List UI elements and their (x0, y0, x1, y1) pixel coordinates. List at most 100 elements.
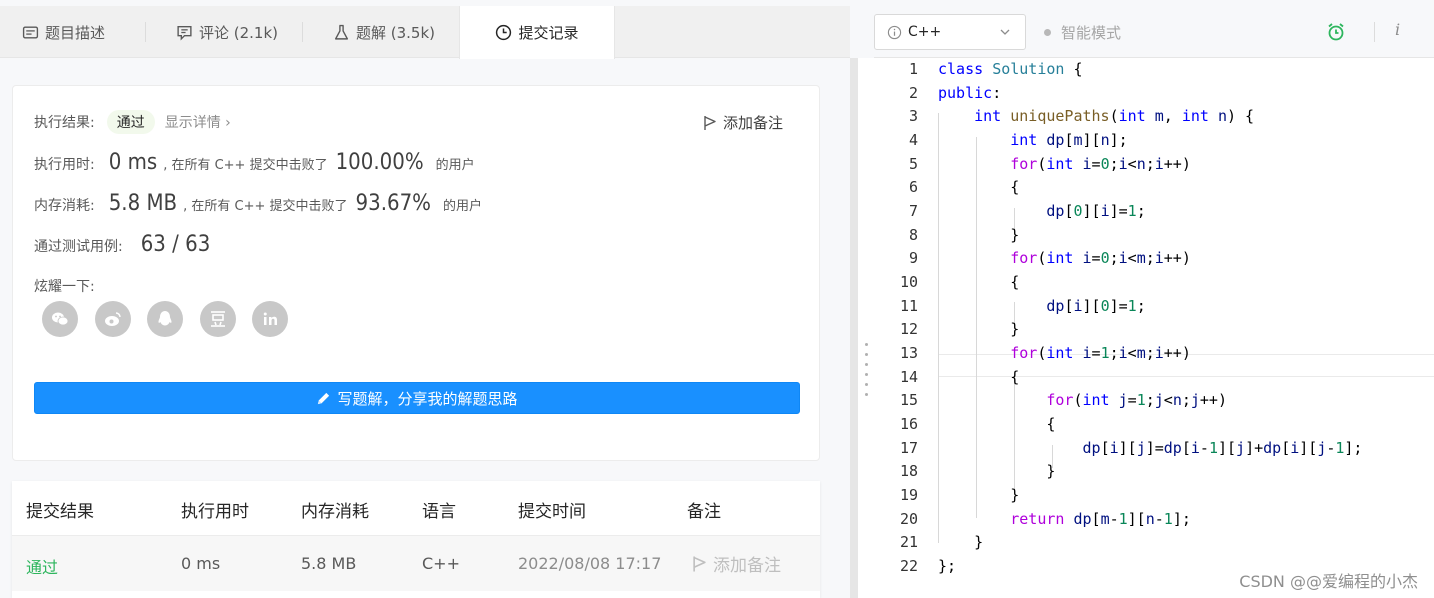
info-icon (887, 25, 902, 39)
line-number: 18 (899, 462, 918, 481)
flask-icon (334, 24, 349, 40)
write-solution-button[interactable]: 写题解，分享我的解题思路 (34, 382, 800, 414)
grip-dot (865, 353, 868, 356)
left-panel: 题目描述 评论 (2.1k) 题解 (3.5k) 提交记录 执行结果: 通过 显… (0, 0, 850, 598)
row-language: C++ (422, 554, 460, 573)
memory-value: 5.8 MB (108, 191, 178, 216)
submission-table: 提交结果 执行用时 内存消耗 语言 提交时间 备注 通过 0 ms 5.8 MB… (12, 481, 820, 598)
line-number: 7 (908, 202, 918, 221)
tab-solutions[interactable]: 题解 (3.5k) (333, 6, 435, 58)
line-number: 16 (899, 415, 918, 434)
flag-icon (693, 556, 706, 571)
toolbar-divider (1374, 22, 1375, 42)
line-number: 17 (899, 438, 918, 457)
code-line: int dp[m][n]; (1010, 131, 1128, 149)
code-line: dp[i][0]=1; (1046, 296, 1146, 315)
submission-result-card: 执行结果: 通过 显示详情 › 添加备注 执行用时: 0 ms , 在所有 C+… (12, 85, 820, 461)
share-label: 炫耀一下: (34, 279, 95, 295)
share-qq-button[interactable] (147, 301, 183, 337)
alarm-clock-icon[interactable] (1326, 22, 1346, 42)
testcases-label: 通过测试用例: (34, 239, 123, 255)
code-editor[interactable]: 1 class Solution {2 public: 3 int uniquePat… (874, 58, 1434, 598)
linkedin-icon (263, 312, 277, 325)
share-row: 炫耀一下: (34, 276, 95, 296)
line-number: 2 (908, 83, 918, 102)
write-solution-label: 写题解，分享我的解题思路 (337, 389, 518, 408)
code-line: } (938, 225, 1020, 244)
code-line: for(int j=1;j<n;j++) (1046, 391, 1227, 410)
code-line: class Solution { (938, 60, 1083, 78)
line-number: 11 (899, 296, 918, 315)
share-wechat-button[interactable] (42, 301, 78, 337)
grip-dot (865, 393, 868, 396)
testcases-row: 通过测试用例: 63 / 63 (34, 232, 210, 257)
code-line: } (938, 462, 1056, 481)
line-number: 12 (899, 320, 918, 339)
grip-dot (865, 343, 868, 346)
memory-suffix: 的用户 (442, 199, 482, 214)
code-line: { (938, 273, 1020, 292)
status-badge: 通过 (106, 110, 155, 134)
left-scrollbar[interactable] (850, 58, 858, 598)
share-weibo-button[interactable] (95, 301, 131, 337)
line-number: 5 (908, 154, 918, 173)
tab-label: 评论 (2.1k) (199, 23, 279, 42)
watermark: CSDN @@爱编程的小杰 (1239, 572, 1418, 591)
column-header-memory: 内存消耗 (301, 502, 369, 522)
tab-description[interactable]: 题目描述 (22, 6, 105, 58)
code-line: } (938, 533, 984, 552)
smart-mode-label: 智能模式 (1061, 24, 1122, 42)
column-header-result: 提交结果 (26, 502, 94, 522)
tab-divider (302, 22, 303, 42)
line-number: 14 (899, 367, 918, 386)
line-number: 10 (899, 273, 918, 292)
line-number: 22 (899, 557, 918, 576)
tab-label: 题目描述 (45, 23, 106, 42)
description-icon (22, 25, 39, 39)
row-runtime: 0 ms (181, 554, 221, 573)
table-row[interactable]: 通过 0 ms 5.8 MB C++ 2022/08/08 17:17 添加备注 (12, 535, 820, 591)
douban-icon (211, 311, 225, 327)
panel-resize-handle[interactable] (850, 58, 874, 598)
runtime-text: , 在所有 C++ 提交中击败了 (163, 158, 328, 173)
language-value: C++ (908, 24, 942, 40)
line-number: 1 (908, 60, 918, 78)
line-number: 9 (908, 249, 918, 268)
wechat-icon (52, 312, 69, 326)
runtime-value: 0 ms (108, 150, 158, 175)
runtime-row: 执行用时: 0 ms , 在所有 C++ 提交中击败了 100.00% 的用户 (34, 150, 475, 175)
code-line: for(int i=0;i<n;i++) (1010, 154, 1191, 173)
testcases-value: 63 / 63 (140, 232, 211, 257)
code-line: { (938, 367, 1020, 386)
pencil-icon (318, 392, 330, 404)
line-number: 13 (899, 344, 918, 363)
editor-toolbar: C++ 智能模式 i (874, 0, 1434, 58)
smart-mode-toggle[interactable]: 智能模式 (1044, 22, 1121, 43)
code-line: dp[0][i]=1; (1046, 202, 1146, 221)
code-line: public: (938, 83, 1002, 102)
info-italic-icon[interactable]: i (1395, 20, 1400, 39)
tab-comments[interactable]: 评论 (2.1k) (176, 6, 278, 58)
line-number: 3 (908, 107, 918, 126)
qq-icon (158, 311, 172, 326)
share-douban-button[interactable] (200, 301, 236, 337)
add-note-button[interactable]: 添加备注 (703, 112, 783, 133)
runtime-label: 执行用时: (34, 157, 95, 173)
language-select[interactable]: C++ (874, 14, 1026, 50)
memory-text: , 在所有 C++ 提交中击败了 (183, 199, 348, 214)
code-line: for(int i=0;i<m;i++) (1010, 249, 1191, 268)
tab-label: 题解 (3.5k) (356, 23, 436, 42)
show-details-text: 显示详情 (164, 115, 221, 131)
code-line: } (938, 486, 1020, 505)
code-line: } (938, 320, 1020, 339)
show-details-link[interactable]: 显示详情 › (165, 112, 231, 132)
share-linkedin-button[interactable] (252, 301, 288, 337)
tab-submissions[interactable]: 提交记录 (459, 6, 615, 59)
row-result-link[interactable]: 通过 (26, 554, 58, 578)
row-add-note-label: 添加备注 (713, 556, 781, 576)
result-label: 执行结果: (34, 115, 95, 131)
chevron-down-icon (1000, 29, 1010, 35)
grip-dot (865, 373, 868, 376)
row-add-note-button[interactable]: 添加备注 (692, 551, 781, 576)
line-number: 20 (899, 509, 918, 528)
